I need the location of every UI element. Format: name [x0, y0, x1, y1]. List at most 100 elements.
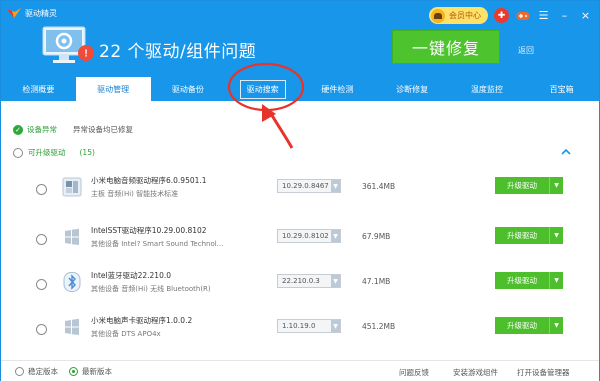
driver-name: IntelSST驱动程序10.29.00.8102: [91, 226, 207, 235]
upgrade-label: 升级驱动: [507, 276, 537, 285]
one-click-fix-button[interactable]: 一键修复: [392, 30, 500, 64]
dropdown-caret-icon[interactable]: ▼: [549, 272, 563, 289]
minimize-icon[interactable]: –: [557, 8, 572, 23]
group-select-radio[interactable]: [13, 147, 23, 158]
chevron-up-icon[interactable]: [561, 148, 571, 156]
problem-count-title: 22 个驱动/组件问题: [99, 42, 257, 62]
driver-app-window: 驱动精灵 会员中心 ✚ ☰ – × ! 22 个驱动/组件问题 一键修复 返回 …: [0, 0, 600, 381]
driver-select-radio[interactable]: [36, 324, 47, 335]
update-badge-icon[interactable]: ✚: [494, 8, 509, 23]
game-controller-icon[interactable]: [515, 8, 530, 23]
app-logo-icon: [7, 8, 21, 18]
upgrade-label: 升级驱动: [507, 321, 537, 330]
upgrade-label: 升级驱动: [507, 231, 537, 240]
upgradable-group-header[interactable]: 可升级驱动 (15): [13, 147, 95, 158]
check-circle-icon: ✓: [13, 124, 23, 135]
driver-row: Intel蓝牙驱动22.210.0 其他设备 音频(Hi) 无线 Bluetoo…: [1, 264, 599, 314]
windows-driver-icon: [65, 318, 79, 335]
tab-label: 驱动搜索: [239, 79, 286, 99]
header: 驱动精灵 会员中心 ✚ ☰ – × ! 22 个驱动/组件问题 一键修复 返回: [1, 1, 599, 77]
version-select[interactable]: 1.10.19.0 ▼: [277, 319, 341, 333]
version-select[interactable]: 10.29.0.8467 ▼: [277, 179, 341, 193]
driver-select-radio[interactable]: [36, 184, 47, 195]
version-value: 22.210.0.3: [282, 277, 320, 285]
version-select[interactable]: 10.29.0.8102 ▼: [277, 229, 341, 243]
install-game-components-link[interactable]: 安装游戏组件: [453, 367, 498, 378]
driver-row: 小米电脑音频驱动程序6.0.9501.1 主板 音频(Hi) 智能技术标准 10…: [1, 169, 599, 219]
tab-overview[interactable]: 检测概要: [1, 77, 76, 101]
tab-diagnose-repair[interactable]: 诊断修复: [375, 77, 450, 101]
footer-bar: 稳定版本 最新版本 问题反馈 安装游戏组件 打开设备管理器: [1, 360, 599, 381]
latest-radio[interactable]: [69, 367, 78, 376]
main-tabs: 检测概要 驱动管理 驱动备份 驱动搜索 硬件检测 诊断修复 温度监控 百宝箱: [1, 77, 599, 101]
dropdown-caret-icon[interactable]: ▼: [549, 317, 563, 334]
vip-center-button[interactable]: 会员中心: [429, 7, 488, 24]
close-icon[interactable]: ×: [578, 8, 593, 23]
device-status-row: ✓ 设备异常 异常设备均已修复: [13, 124, 133, 135]
feedback-link[interactable]: 问题反馈: [399, 367, 429, 378]
chevron-down-icon: ▼: [331, 230, 340, 242]
menu-icon[interactable]: ☰: [536, 8, 551, 23]
dropdown-caret-icon[interactable]: ▼: [549, 177, 563, 194]
chevron-down-icon: ▼: [331, 320, 340, 332]
back-link[interactable]: 返回: [518, 45, 534, 56]
latest-version-option[interactable]: 最新版本: [69, 366, 112, 377]
driver-description: 其他设备 音频(Hi) 无线 Bluetooth(R): [91, 285, 211, 293]
driver-size: 67.9MB: [362, 232, 391, 241]
title-bar-controls: 会员中心 ✚ ☰ – ×: [429, 7, 593, 24]
upgrade-driver-button[interactable]: 升级驱动 ▼: [495, 272, 563, 289]
tab-driver-search[interactable]: 驱动搜索: [225, 77, 300, 101]
tab-toolbox[interactable]: 百宝箱: [524, 77, 599, 101]
group-count: (15): [79, 148, 95, 157]
driver-list-panel: ✓ 设备异常 异常设备均已修复 可升级驱动 (15) 小米电脑音频驱动程序6.0…: [1, 101, 599, 361]
chevron-down-icon: ▼: [331, 275, 340, 287]
upgrade-driver-button[interactable]: 升级驱动 ▼: [495, 177, 563, 194]
tab-label: 温度监控: [470, 84, 503, 94]
upgrade-label: 升级驱动: [507, 181, 537, 190]
stable-label: 稳定版本: [28, 367, 58, 376]
driver-row: 小米电脑声卡驱动程序1.0.0.2 其他设备 DTS APO4x 1.10.19…: [1, 309, 599, 359]
vip-label: 会员中心: [449, 11, 481, 20]
status-label: 设备异常: [27, 125, 57, 134]
tab-label: 驱动管理: [97, 84, 130, 94]
driver-size: 47.1MB: [362, 277, 391, 286]
group-label: 可升级驱动: [28, 148, 66, 157]
version-value: 10.29.0.8467: [282, 182, 329, 190]
tab-label: 驱动备份: [171, 84, 204, 94]
driver-description: 主板 音频(Hi) 智能技术标准: [91, 190, 179, 198]
driver-name: 小米电脑音频驱动程序6.0.9501.1: [91, 176, 207, 185]
driver-monitor-illustration: !: [42, 26, 94, 63]
dropdown-caret-icon[interactable]: ▼: [549, 227, 563, 244]
version-select[interactable]: 22.210.0.3 ▼: [277, 274, 341, 288]
version-value: 1.10.19.0: [282, 322, 316, 330]
stable-version-option[interactable]: 稳定版本: [15, 366, 58, 377]
driver-size: 361.4MB: [362, 182, 396, 191]
bluetooth-icon: [63, 272, 81, 292]
version-value: 10.29.0.8102: [282, 232, 329, 240]
tab-label: 硬件检测: [321, 84, 354, 94]
upgrade-driver-button[interactable]: 升级驱动 ▼: [495, 317, 563, 334]
tab-label: 百宝箱: [549, 84, 574, 94]
driver-select-radio[interactable]: [36, 279, 47, 290]
stable-radio[interactable]: [15, 367, 24, 376]
windows-driver-icon: [65, 228, 79, 245]
upgrade-driver-button[interactable]: 升级驱动 ▼: [495, 227, 563, 244]
driver-row: IntelSST驱动程序10.29.00.8102 其他设备 Intel? Sm…: [1, 219, 599, 269]
tab-hardware-check[interactable]: 硬件检测: [300, 77, 375, 101]
driver-select-radio[interactable]: [36, 234, 47, 245]
tab-temperature-monitor[interactable]: 温度监控: [450, 77, 525, 101]
open-device-manager-link[interactable]: 打开设备管理器: [517, 367, 570, 378]
chevron-down-icon: ▼: [331, 180, 340, 192]
driver-description: 其他设备 DTS APO4x: [91, 330, 161, 338]
latest-label: 最新版本: [82, 367, 112, 376]
tab-driver-backup[interactable]: 驱动备份: [151, 77, 226, 101]
tab-label: 诊断修复: [396, 84, 429, 94]
driver-name: Intel蓝牙驱动22.210.0: [91, 271, 172, 280]
audio-device-icon: [62, 177, 82, 197]
brand: 驱动精灵: [7, 8, 57, 19]
tab-driver-management[interactable]: 驱动管理: [75, 77, 151, 101]
vip-avatar-icon: [431, 8, 445, 23]
driver-description: 其他设备 Intel? Smart Sound Technol...: [91, 240, 224, 248]
app-title: 驱动精灵: [25, 9, 57, 18]
svg-text:!: !: [84, 49, 87, 60]
